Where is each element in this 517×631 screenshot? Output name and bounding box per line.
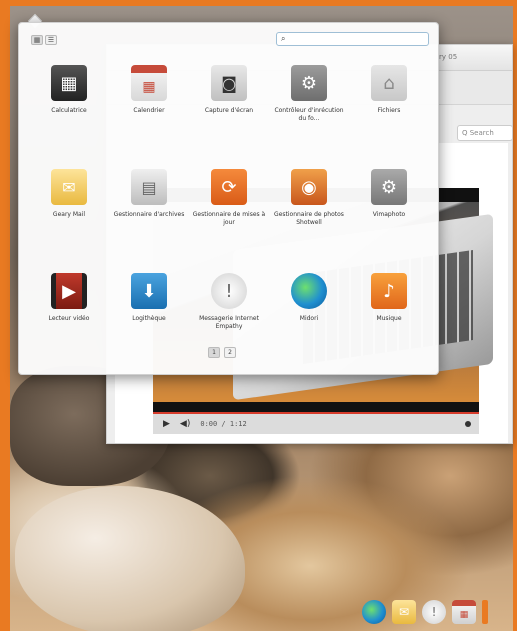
dock-chat-icon[interactable]: !	[422, 600, 446, 624]
software-center-icon: ⬇	[131, 273, 167, 309]
update-icon: ⟳	[211, 169, 247, 205]
app-item-geary[interactable]: ✉ Geary Mail	[29, 165, 109, 253]
browser-search-placeholder: Q Search	[462, 129, 494, 137]
app-item-capture[interactable]: ◙ Capture d'écran	[189, 61, 269, 149]
app-item-logitheque[interactable]: ⬇ Logithèque	[109, 269, 189, 357]
dock-overflow[interactable]	[482, 600, 488, 624]
video-controls: ▶ ◀) 0:00 / 1:12	[153, 414, 479, 434]
play-icon[interactable]: ▶	[163, 419, 170, 429]
app-label: Lecteur vidéo	[48, 315, 90, 322]
gear-icon: ⚙	[371, 169, 407, 205]
browser-title: ry 05	[439, 53, 458, 61]
app-label: Midori	[299, 315, 319, 322]
app-item-calculatrice[interactable]: ▦ Calculatrice	[29, 61, 109, 149]
wallpaper-rock	[15, 486, 245, 631]
calculator-icon: ▦	[51, 65, 87, 101]
dock-mail-icon[interactable]: ✉	[392, 600, 416, 624]
music-icon: ♪	[371, 273, 407, 309]
app-label: Gestionnaire de mises à jour	[192, 211, 266, 226]
app-item-vimaphoto[interactable]: ⚙ Vimaphoto	[349, 165, 429, 253]
video-player-icon: ▶	[51, 273, 87, 309]
search-input[interactable]	[288, 35, 414, 43]
list-view-button[interactable]: ☰	[45, 35, 57, 45]
dock-calendar-icon[interactable]: ▦	[452, 600, 476, 624]
app-item-shotwell[interactable]: ◉ Gestionnaire de photos Shotwell	[269, 165, 349, 253]
app-item-lecteur-video[interactable]: ▶ Lecteur vidéo	[29, 269, 109, 357]
app-label: Geary Mail	[52, 211, 86, 218]
page-button-2[interactable]: 2	[224, 347, 236, 358]
video-settings-icon[interactable]	[465, 421, 471, 427]
camera-icon: ◙	[211, 65, 247, 101]
app-label: Contrôleur d'inrécution du fo...	[274, 107, 344, 122]
page-indicator: 1 2	[208, 347, 236, 358]
app-item-calendrier[interactable]: ▦ Calendrier	[109, 61, 189, 149]
app-label: Calendrier	[133, 107, 165, 114]
app-item-midori[interactable]: Midori	[269, 269, 349, 357]
photo-icon: ◉	[291, 169, 327, 205]
app-label: Gestionnaire de photos Shotwell	[274, 211, 344, 226]
grid-view-button[interactable]: ▦	[31, 35, 43, 45]
app-label: Logithèque	[132, 315, 166, 322]
mail-icon: ✉	[51, 169, 87, 205]
app-label: Fichiers	[377, 107, 401, 114]
gear-icon: ⚙	[291, 65, 327, 101]
app-item-messagerie[interactable]: ! Messagerie Internet Empathy	[189, 269, 269, 357]
app-label: Calculatrice	[51, 107, 87, 114]
app-label: Vimaphoto	[372, 211, 406, 218]
app-grid: ▦ Calculatrice ▦ Calendrier ◙ Capture d'…	[29, 61, 429, 357]
volume-icon[interactable]: ◀)	[180, 419, 190, 429]
app-item-archiveur[interactable]: ▤ Gestionnaire d'archives	[109, 165, 189, 253]
app-item-fichiers[interactable]: ⌂ Fichiers	[349, 61, 429, 149]
app-launcher: ▦ ☰ ⌕ ▦ Calculatrice ▦ Calendrier ◙ Capt…	[18, 22, 439, 375]
app-label: Capture d'écran	[204, 107, 254, 114]
app-item-mises-a-jour[interactable]: ⟳ Gestionnaire de mises à jour	[189, 165, 269, 253]
web-browser-icon	[291, 273, 327, 309]
view-toggle: ▦ ☰	[31, 35, 57, 45]
app-item-controleur[interactable]: ⚙ Contrôleur d'inrécution du fo...	[269, 61, 349, 149]
app-label: Messagerie Internet Empathy	[199, 315, 259, 330]
calendar-icon: ▦	[131, 65, 167, 101]
browser-search-field[interactable]: Q Search	[457, 125, 513, 141]
dock: ✉ ! ▦	[362, 600, 488, 624]
search-icon: ⌕	[281, 34, 286, 43]
archive-icon: ▤	[131, 169, 167, 205]
video-time: 0:00 / 1:12	[200, 420, 247, 428]
app-label: Musique	[376, 315, 402, 322]
dock-midori-icon[interactable]	[362, 600, 386, 624]
search-field[interactable]: ⌕	[276, 32, 429, 46]
page-button-1[interactable]: 1	[208, 347, 220, 358]
home-folder-icon: ⌂	[371, 65, 407, 101]
chat-icon: !	[211, 273, 247, 309]
app-item-musique[interactable]: ♪ Musique	[349, 269, 429, 357]
app-label: Gestionnaire d'archives	[113, 211, 185, 218]
